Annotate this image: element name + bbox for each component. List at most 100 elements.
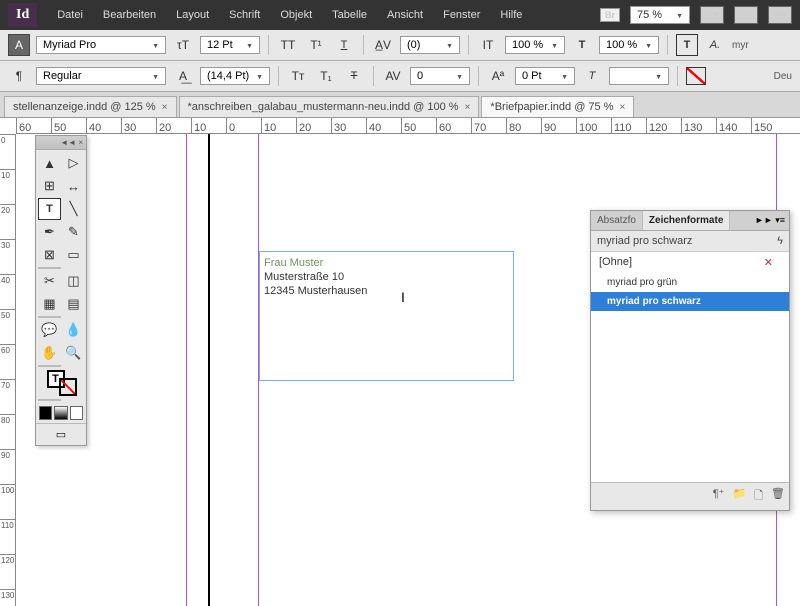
skew-dropdown[interactable]: [609, 67, 669, 85]
doc-tab-1[interactable]: *anschreiben_galabau_mustermann-neu.indd…: [179, 96, 480, 117]
quick-apply-icon[interactable]: ϟ: [777, 235, 783, 247]
new-folder-icon[interactable]: 📁: [732, 487, 746, 506]
allcaps-icon[interactable]: TT: [277, 34, 299, 56]
address-line1: Frau Muster: [264, 256, 509, 270]
char-style-link-icon[interactable]: A.: [704, 34, 726, 56]
gap-tool[interactable]: ↔: [62, 175, 85, 197]
paragraph-format-icon[interactable]: ¶: [8, 65, 30, 87]
underline-icon[interactable]: T: [333, 34, 355, 56]
leading-icon: A͟: [172, 65, 194, 87]
direct-selection-tool[interactable]: ▷: [62, 152, 85, 174]
close-icon[interactable]: ×: [162, 102, 168, 113]
type-tool[interactable]: T: [38, 198, 61, 220]
line-tool[interactable]: ╲: [62, 198, 85, 220]
menu-tabelle[interactable]: Tabelle: [322, 3, 377, 27]
menu-hilfe[interactable]: Hilfe: [490, 3, 532, 27]
fill-stroke-proxy[interactable]: T: [38, 368, 85, 398]
kerning-icon: A̲V: [372, 34, 394, 56]
hand-tool[interactable]: ✋: [38, 342, 61, 364]
guide-vertical[interactable]: [186, 134, 187, 606]
baseline-dropdown[interactable]: 0 Pt: [515, 67, 575, 85]
style-group-icon[interactable]: ¶⁺: [713, 487, 725, 506]
horizontal-ruler[interactable]: 6050403020100102030405060708090100110120…: [16, 118, 800, 134]
apply-color-icon[interactable]: [39, 406, 52, 420]
free-transform-tool[interactable]: ◫: [62, 270, 85, 292]
vscale-icon: IT: [477, 34, 499, 56]
delete-style-icon[interactable]: 🗑: [771, 487, 785, 506]
menu-ansicht[interactable]: Ansicht: [377, 3, 433, 27]
tracking-dropdown[interactable]: 0: [410, 67, 470, 85]
arrange-icon[interactable]: ⊞▾: [768, 6, 792, 24]
menu-bearbeiten[interactable]: Bearbeiten: [93, 3, 166, 27]
gradient-feather-tool[interactable]: ▤: [62, 293, 85, 315]
pen-tool[interactable]: ✒: [38, 221, 61, 243]
kerning-value: (0): [407, 39, 420, 51]
gradient-swatch-tool[interactable]: ▦: [38, 293, 61, 315]
close-icon[interactable]: ×: [620, 102, 626, 113]
stroke-none-icon[interactable]: [686, 67, 706, 85]
baseline-icon: Aª: [487, 65, 509, 87]
smallcaps-icon[interactable]: Tᴛ: [287, 65, 309, 87]
menu-objekt[interactable]: Objekt: [270, 3, 322, 27]
strikethrough-icon[interactable]: T: [343, 65, 365, 87]
character-styles-panel[interactable]: Absatzfo Zeichenformate ►► ▾≡ myriad pro…: [590, 210, 790, 511]
panel-tab-zeichenformate[interactable]: Zeichenformate: [643, 211, 730, 230]
screen-mode-icon[interactable]: ▭: [734, 6, 758, 24]
panel-expand-icon[interactable]: ►► ▾≡: [751, 213, 789, 228]
tools-panel-header[interactable]: ◄◄ ×: [36, 136, 86, 150]
page-edge-left: [208, 134, 210, 606]
font-family-dropdown[interactable]: Myriad Pro: [36, 36, 166, 54]
menu-layout[interactable]: Layout: [166, 3, 219, 27]
vscale-dropdown[interactable]: 100 %: [505, 36, 565, 54]
character-format-icon[interactable]: A: [8, 34, 30, 56]
vertical-ruler[interactable]: 0102030405060708090100110120130: [0, 134, 16, 606]
scissors-tool[interactable]: ✂: [38, 270, 61, 292]
superscript-icon[interactable]: T¹: [305, 34, 327, 56]
zoom-value: 75 %: [637, 9, 662, 21]
text-cursor-icon: I: [401, 289, 405, 305]
text-frame-address[interactable]: Frau Muster Musterstraße 10 12345 Muster…: [259, 251, 514, 381]
rectangle-frame-tool[interactable]: ⊠: [38, 244, 61, 266]
hscale-dropdown[interactable]: 100 %: [599, 36, 659, 54]
doc-tab-2[interactable]: *Briefpapier.indd @ 75 % ×: [481, 96, 634, 117]
rectangle-tool[interactable]: ▭: [62, 244, 85, 266]
tracking-icon: AV: [382, 65, 404, 87]
font-family-value: Myriad Pro: [43, 39, 96, 51]
kerning-dropdown[interactable]: (0): [400, 36, 460, 54]
pencil-tool[interactable]: ✎: [62, 221, 85, 243]
zoom-dropdown[interactable]: 75 %: [630, 6, 690, 24]
style-item-none[interactable]: [Ohne] ✕: [591, 252, 789, 273]
leading-dropdown[interactable]: (14,4 Pt): [200, 67, 270, 85]
zoom-tool[interactable]: 🔍: [62, 342, 85, 364]
panel-tab-absatz[interactable]: Absatzfo: [591, 211, 643, 230]
character-style-list: [Ohne] ✕ myriad pro grün myriad pro schw…: [591, 252, 789, 482]
subscript-icon[interactable]: T₁: [315, 65, 337, 87]
eyedropper-tool[interactable]: 💧: [62, 319, 85, 341]
hscale-icon: T: [571, 34, 593, 56]
apply-gradient-icon[interactable]: [54, 406, 67, 420]
view-options-icon[interactable]: ▭▾: [700, 6, 724, 24]
selection-tool[interactable]: ▲: [38, 152, 61, 174]
note-tool[interactable]: 💬: [38, 319, 61, 341]
color-apply-row: [36, 403, 86, 423]
fill-color-icon[interactable]: T: [676, 34, 698, 56]
view-mode-toggle[interactable]: ▭: [36, 423, 86, 445]
style-item-schwarz[interactable]: myriad pro schwarz: [591, 292, 789, 311]
page-tool[interactable]: ⊞: [38, 175, 61, 197]
tools-panel[interactable]: ◄◄ × ▲ ▷ ⊞ ↔ T ╲ ✒ ✎ ⊠ ▭ ✂ ◫ ▦ ▤ 💬 💧 ✋ 🔍…: [35, 135, 87, 446]
close-icon[interactable]: ×: [465, 102, 471, 113]
clear-override-icon[interactable]: ✕: [764, 256, 773, 269]
font-size-dropdown[interactable]: 12 Pt: [200, 36, 260, 54]
apply-none-icon[interactable]: [70, 406, 83, 420]
menu-datei[interactable]: Datei: [47, 3, 93, 27]
doc-tab-0[interactable]: stellenanzeige.indd @ 125 % ×: [4, 96, 177, 117]
menu-schrift[interactable]: Schrift: [219, 3, 270, 27]
menu-fenster[interactable]: Fenster: [433, 3, 490, 27]
language-label: Deu: [774, 71, 792, 82]
control-panel-row1: A Myriad Pro τT 12 Pt TT T¹ T A̲V (0) IT…: [0, 30, 800, 61]
style-item-gruen[interactable]: myriad pro grün: [591, 273, 789, 292]
bridge-icon[interactable]: Br: [600, 8, 620, 22]
doc-tab-1-label: *anschreiben_galabau_mustermann-neu.indd…: [188, 101, 459, 113]
font-style-dropdown[interactable]: Regular: [36, 67, 166, 85]
new-style-icon[interactable]: 🗋: [754, 487, 763, 506]
